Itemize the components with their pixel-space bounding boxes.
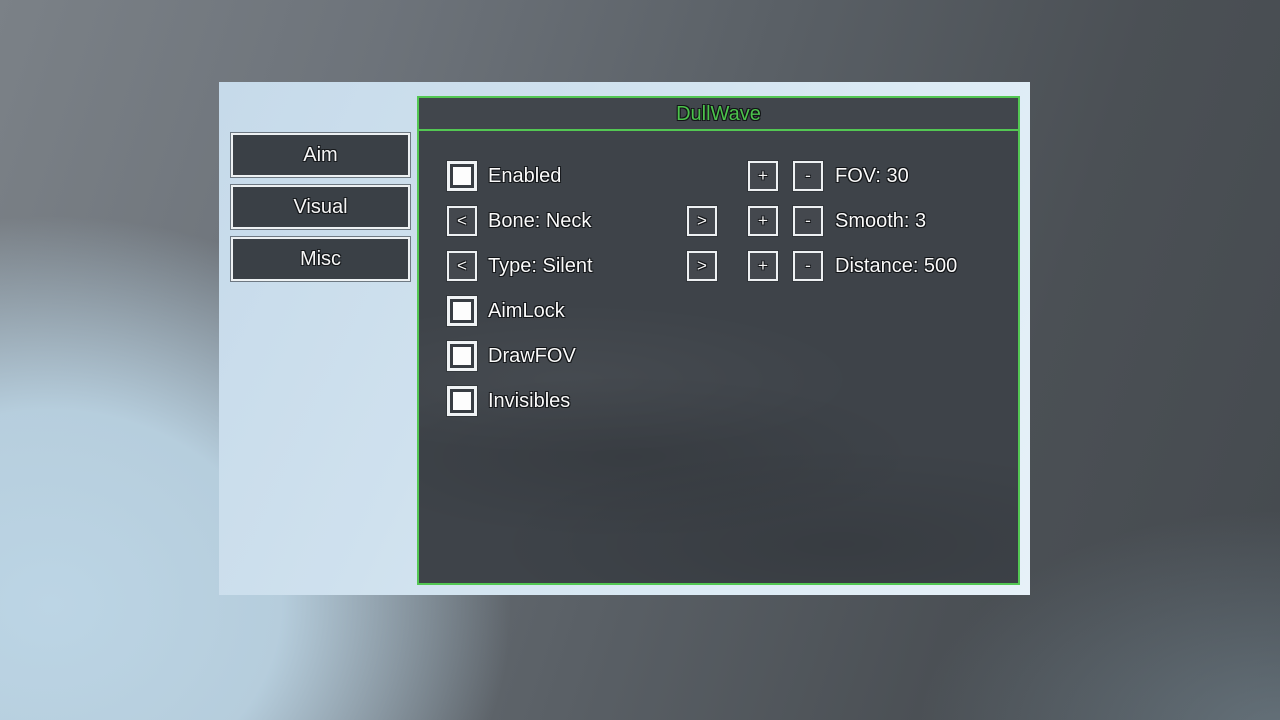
- bone-next-button[interactable]: >: [687, 206, 717, 236]
- checkbox-fill: [453, 392, 471, 410]
- type-prev-button[interactable]: <: [447, 251, 477, 281]
- tab-misc[interactable]: Misc: [231, 237, 410, 281]
- panel-title: DullWave: [676, 98, 761, 131]
- tab-aim[interactable]: Aim: [231, 133, 410, 177]
- aimlock-label: AimLock: [488, 296, 565, 326]
- enabled-checkbox[interactable]: [447, 161, 477, 191]
- smooth-increase-button[interactable]: +: [748, 206, 778, 236]
- invisibles-checkbox[interactable]: [447, 386, 477, 416]
- cheat-menu-window: Aim Visual Misc DullWave Enabled + - FOV…: [219, 82, 1030, 595]
- distance-increase-button[interactable]: +: [748, 251, 778, 281]
- checkbox-fill: [453, 167, 471, 185]
- type-next-button[interactable]: >: [687, 251, 717, 281]
- aimlock-checkbox[interactable]: [447, 296, 477, 326]
- panel-header: DullWave: [419, 98, 1018, 131]
- fov-value-label: FOV: 30: [835, 161, 909, 191]
- tab-visual[interactable]: Visual: [231, 185, 410, 229]
- smooth-decrease-button[interactable]: -: [793, 206, 823, 236]
- distance-decrease-button[interactable]: -: [793, 251, 823, 281]
- smooth-value-label: Smooth: 3: [835, 206, 926, 236]
- fov-increase-button[interactable]: +: [748, 161, 778, 191]
- aim-panel: DullWave Enabled + - FOV: 30 < Bone: Nec…: [417, 96, 1020, 585]
- fov-decrease-button[interactable]: -: [793, 161, 823, 191]
- drawfov-checkbox[interactable]: [447, 341, 477, 371]
- bone-prev-button[interactable]: <: [447, 206, 477, 236]
- distance-value-label: Distance: 500: [835, 251, 957, 281]
- invisibles-label: Invisibles: [488, 386, 570, 416]
- drawfov-label: DrawFOV: [488, 341, 576, 371]
- type-label: Type: Silent: [488, 251, 593, 281]
- checkbox-fill: [453, 347, 471, 365]
- checkbox-fill: [453, 302, 471, 320]
- enabled-label: Enabled: [488, 161, 561, 191]
- bone-label: Bone: Neck: [488, 206, 591, 236]
